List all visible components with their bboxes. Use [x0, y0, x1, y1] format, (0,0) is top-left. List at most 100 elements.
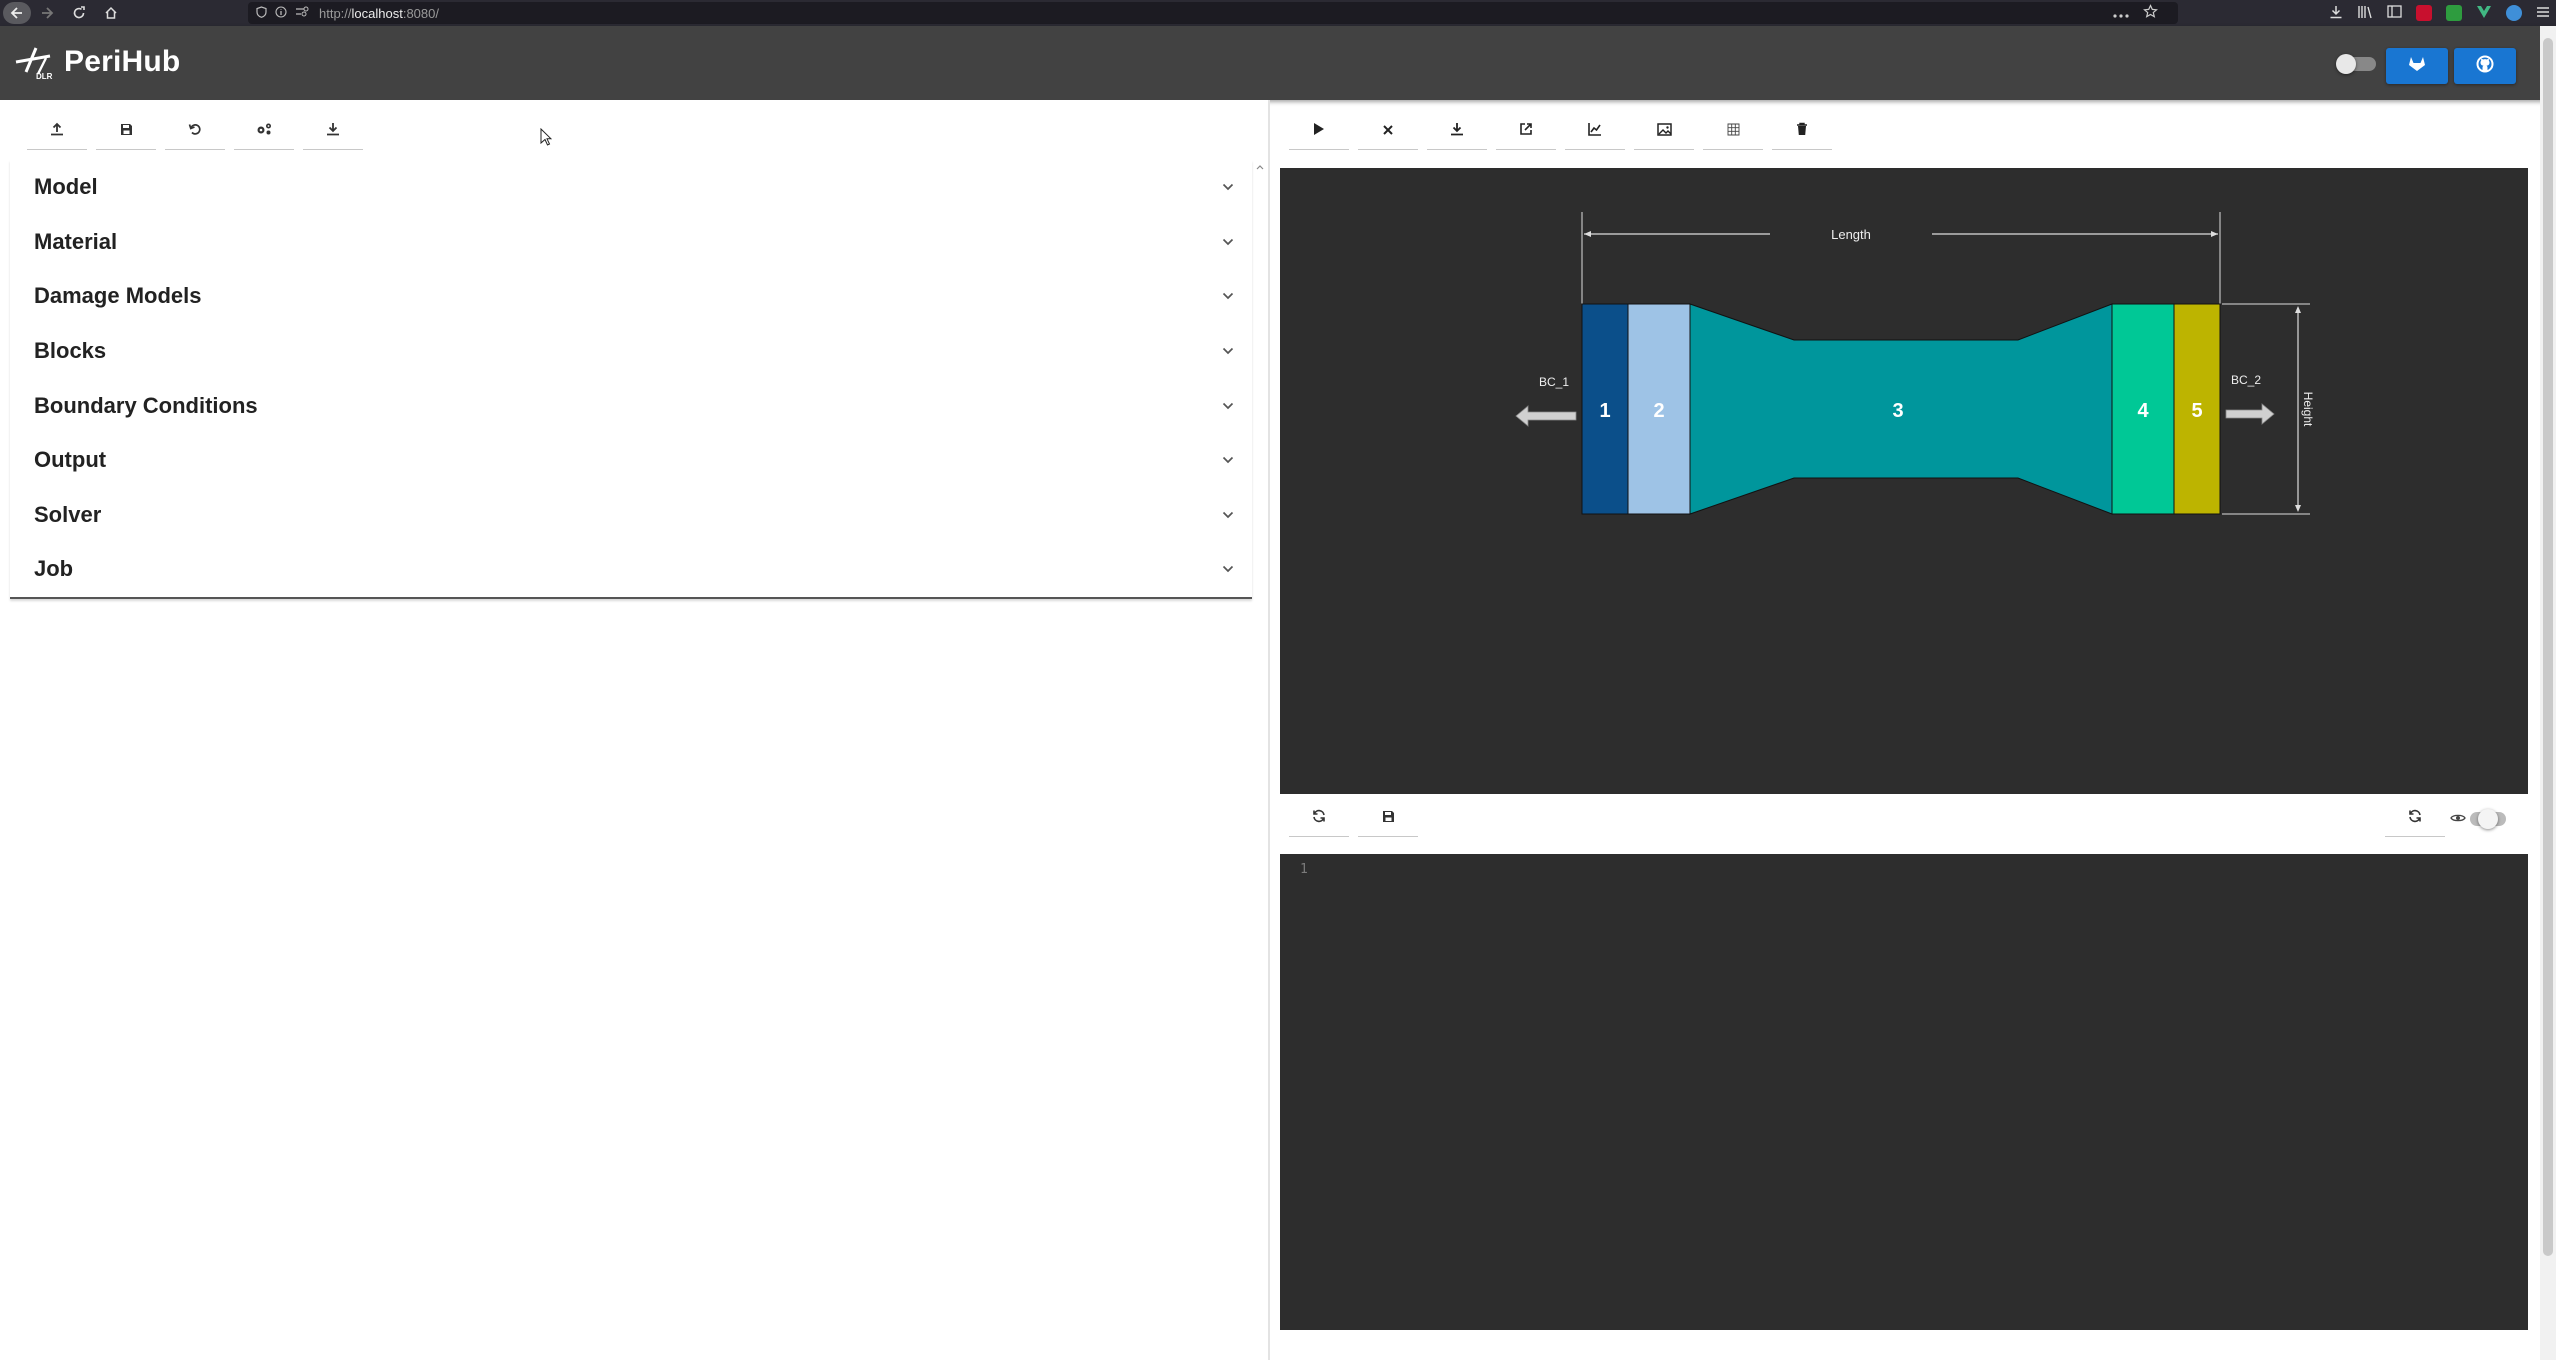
delete-icon [1796, 122, 1808, 141]
open-external-icon [1519, 122, 1533, 141]
settings-button[interactable] [234, 114, 294, 150]
refresh-input-button[interactable] [1289, 801, 1349, 837]
block-label: 4 [2137, 400, 2149, 422]
input-file-editor[interactable]: 1 [1280, 854, 2528, 1330]
section-label: Solver [34, 501, 102, 527]
model-sketch: Length Height 1 2 3 4 5 BC_1 BC_2 [1515, 212, 2315, 515]
play-icon [1313, 122, 1325, 141]
chevron-down-icon [1222, 233, 1234, 251]
download-icon [326, 122, 340, 141]
mouse-pointer-icon [540, 127, 553, 151]
permissions-icon[interactable] [295, 6, 309, 21]
more-actions-icon[interactable] [2113, 5, 2129, 22]
length-label: Length [1831, 227, 1871, 242]
save-input-button[interactable] [1358, 801, 1418, 837]
mesh-icon [1727, 123, 1740, 141]
reload-input-button[interactable] [2385, 801, 2445, 837]
section-damage-models[interactable]: Damage Models [10, 269, 1252, 324]
section-model[interactable]: Model [10, 160, 1252, 215]
delete-results-button[interactable] [1772, 114, 1832, 150]
section-blocks[interactable]: Blocks [10, 324, 1252, 379]
preview-toggle[interactable] [2450, 809, 2506, 829]
ublock-extension-icon[interactable] [2416, 5, 2432, 21]
panel-divider[interactable] [1268, 100, 1270, 1360]
back-arrow-icon[interactable] [3, 2, 31, 24]
settings-icon [255, 122, 273, 141]
section-solver[interactable]: Solver [10, 488, 1252, 543]
image-icon [1656, 122, 1672, 141]
shield-icon[interactable] [256, 5, 267, 21]
height-label: Height [2301, 392, 2315, 427]
refresh-icon [1312, 809, 1326, 828]
line-number: 1 [1300, 862, 1308, 877]
bc-left-label: BC_1 [1539, 375, 1569, 389]
save-model-button[interactable] [96, 114, 156, 150]
app-logo[interactable]: DLR PeriHub [14, 44, 181, 81]
browser-toolbar: http://localhost:8080/ [0, 0, 2556, 26]
reset-model-button[interactable] [165, 114, 225, 150]
section-label: Job [34, 556, 74, 582]
app-header: DLR PeriHub [0, 26, 2556, 100]
dark-mode-toggle[interactable] [2336, 54, 2380, 74]
reload-icon[interactable] [63, 0, 95, 26]
show-mesh-button[interactable] [1703, 114, 1763, 150]
section-boundary-conditions[interactable]: Boundary Conditions [10, 378, 1252, 433]
download-results-button[interactable] [1427, 114, 1487, 150]
section-label: Model [34, 174, 98, 200]
chart-icon [1588, 122, 1602, 141]
bc-right-label: BC_2 [2231, 373, 2261, 387]
show-image-button[interactable] [1634, 114, 1694, 150]
chevron-down-icon [1222, 287, 1234, 305]
model-sections-accordion: Model Material Damage Models Blocks Boun… [10, 160, 1252, 599]
eye-icon [2450, 810, 2466, 828]
block-label: 1 [1599, 400, 1610, 422]
sidebar-icon[interactable] [2387, 5, 2402, 21]
run-button[interactable] [1289, 114, 1349, 150]
reset-icon [188, 122, 202, 141]
forward-arrow-icon[interactable] [31, 0, 63, 26]
section-label: Damage Models [34, 283, 202, 309]
block-label: 3 [1892, 400, 1903, 422]
github-icon [2476, 55, 2494, 78]
library-icon[interactable] [2357, 5, 2373, 22]
chevron-down-icon [1222, 506, 1234, 524]
page-scrollbar[interactable] [2540, 26, 2556, 1360]
open-external-button[interactable] [1496, 114, 1556, 150]
download-model-button[interactable] [303, 114, 363, 150]
save-icon [120, 123, 133, 141]
url-text: http://localhost:8080/ [319, 5, 439, 21]
model-toolbar [27, 114, 372, 150]
left-arrow-icon [1515, 405, 1577, 427]
section-output[interactable]: Output [10, 433, 1252, 488]
address-bar[interactable]: http://localhost:8080/ [248, 2, 2178, 24]
block-label: 5 [2191, 400, 2202, 422]
cancel-job-button[interactable] [1358, 114, 1418, 150]
dlr-logo-icon: DLR [14, 44, 56, 81]
downloads-icon[interactable] [2329, 5, 2343, 22]
model-viewer[interactable]: Length Height 1 2 3 4 5 BC_1 BC_2 [1280, 168, 2528, 794]
show-plot-button[interactable] [1565, 114, 1625, 150]
chevron-down-icon [1222, 178, 1234, 196]
upload-model-button[interactable] [27, 114, 87, 150]
chevron-down-icon [1222, 560, 1234, 578]
menu-icon[interactable] [2536, 5, 2550, 21]
close-icon [1382, 123, 1394, 141]
bookmark-star-icon[interactable] [2143, 3, 2158, 23]
section-material[interactable]: Material [10, 215, 1252, 270]
extension-badge-icon[interactable] [2506, 5, 2522, 21]
right-arrow-icon [2225, 403, 2275, 425]
gitlab-button[interactable] [2386, 48, 2448, 84]
extension-icon[interactable] [2446, 5, 2462, 21]
chevron-down-icon [1222, 451, 1234, 469]
save-icon [1382, 810, 1395, 828]
vue-devtools-icon[interactable] [2476, 5, 2492, 22]
panel-scroll-up-icon[interactable] [1256, 162, 1264, 172]
home-icon[interactable] [95, 0, 127, 26]
block-label: 2 [1653, 400, 1664, 422]
github-button[interactable] [2454, 48, 2516, 84]
section-job[interactable]: Job [10, 542, 1252, 597]
info-icon[interactable] [275, 5, 287, 21]
scrollbar-thumb[interactable] [2543, 38, 2553, 1256]
editor-toolbar [1289, 801, 1427, 837]
app-title: PeriHub [64, 45, 181, 78]
